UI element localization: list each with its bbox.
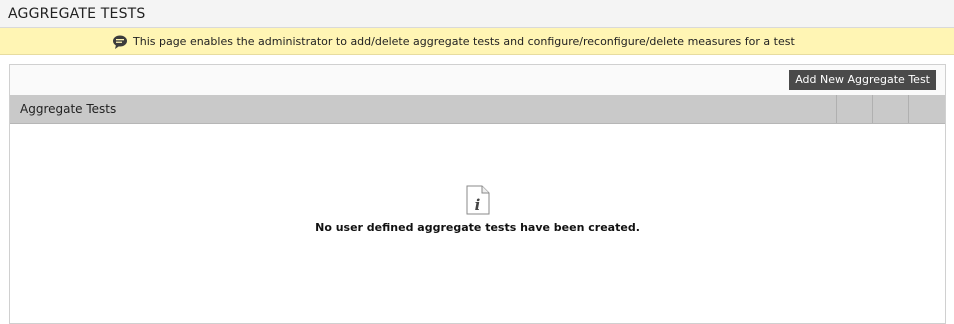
panel-toolbar: Add New Aggregate Test [10, 65, 945, 95]
page-header: AGGREGATE TESTS [0, 0, 954, 28]
svg-text:i: i [474, 196, 480, 214]
empty-state-message: No user defined aggregate tests have bee… [315, 221, 640, 234]
banner-text: This page enables the administrator to a… [133, 35, 795, 48]
column-divider [836, 95, 837, 123]
table-header-title: Aggregate Tests [20, 102, 117, 116]
page-title: AGGREGATE TESTS [8, 6, 146, 22]
info-banner: This page enables the administrator to a… [0, 28, 954, 55]
add-new-aggregate-test-button[interactable]: Add New Aggregate Test [789, 70, 936, 90]
table-header: Aggregate Tests [10, 95, 945, 124]
column-divider [872, 95, 873, 123]
speech-bubble-icon [112, 34, 128, 50]
column-divider [908, 95, 909, 123]
empty-state: i No user defined aggregate tests have b… [10, 185, 945, 234]
aggregate-tests-panel: Add New Aggregate Test Aggregate Tests i… [9, 64, 946, 324]
info-document-icon: i [465, 185, 491, 215]
